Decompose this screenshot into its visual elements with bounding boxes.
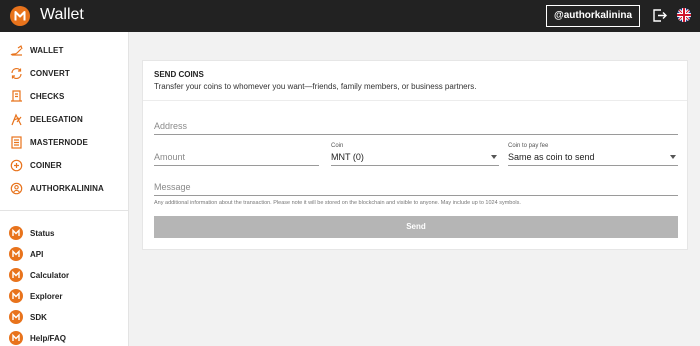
fee-coin-select[interactable]: Coin to pay fee Same as coin to send [508,143,678,166]
sidebar-link-explorer[interactable]: Explorer [0,287,129,307]
message-field[interactable]: Message [154,178,678,196]
minter-m-icon [9,226,23,240]
sidebar-item-label: COINER [30,161,62,170]
sidebar: WALLET CONVERT CHECKS DELEGATION MASTERN… [0,32,129,346]
coiner-icon [10,159,23,172]
coin-select-value: MNT (0) [331,152,364,162]
chevron-down-icon [670,155,676,159]
address-placeholder: Address [154,121,188,131]
minter-m-icon [9,268,23,282]
sidebar-item-delegation[interactable]: DELEGATION [0,110,129,130]
sidebar-link-label: Status [30,229,55,238]
delegation-icon [11,113,22,126]
sidebar-item-label: DELEGATION [30,115,83,124]
panel-header: SEND COINS Transfer your coins to whomev… [143,61,687,101]
sidebar-link-label: Explorer [30,292,63,301]
panel-subtitle: Transfer your coins to whomever you want… [154,82,477,91]
sidebar-link-status[interactable]: Status [0,224,129,244]
sidebar-item-wallet[interactable]: WALLET [0,41,129,61]
sidebar-link-label: Help/FAQ [30,334,67,343]
sidebar-link-api[interactable]: API [0,245,129,265]
chevron-down-icon [491,155,497,159]
sidebar-item-label: AUTHORKALININA [30,184,104,193]
sidebar-item-label: CONVERT [30,69,70,78]
sidebar-link-help-faq[interactable]: Help/FAQ [0,329,129,346]
coin-select-label: Coin [331,143,344,149]
sidebar-link-sdk[interactable]: SDK [0,308,129,328]
message-placeholder: Message [154,182,191,192]
coin-select[interactable]: Coin MNT (0) [331,143,499,166]
sidebar-item-label: CHECKS [30,92,65,101]
minter-m-icon [9,310,23,324]
sidebar-item-convert[interactable]: CONVERT [0,64,129,84]
sidebar-item-checks[interactable]: CHECKS [0,87,129,107]
fee-coin-select-label: Coin to pay fee [508,143,549,149]
top-bar: Wallet @authorkalinina [0,0,700,32]
amount-placeholder: Amount [154,152,186,162]
logout-icon[interactable] [652,8,667,23]
panel-title: SEND COINS [154,70,204,79]
language-flag-icon[interactable] [677,8,691,22]
user-account-button[interactable]: @authorkalinina [546,5,640,27]
wallet-icon [10,45,23,56]
minter-m-icon [9,331,23,345]
app-title: Wallet [40,6,84,23]
send-coins-panel: SEND COINS Transfer your coins to whomev… [142,60,688,250]
masternode-icon [11,136,22,149]
minter-logo-icon[interactable] [10,6,30,26]
amount-field[interactable]: Amount [154,147,319,166]
message-hint: Any additional information about the tra… [154,200,521,206]
send-button[interactable]: Send [154,216,678,238]
sidebar-item-label: MASTERNODE [30,138,88,147]
sidebar-link-calculator[interactable]: Calculator [0,266,129,286]
convert-icon [11,67,22,80]
checks-icon [11,90,22,102]
sidebar-link-label: Calculator [30,271,70,280]
address-field[interactable]: Address [154,117,678,135]
sidebar-item-authorkalinina[interactable]: AUTHORKALININA [0,179,129,199]
minter-m-icon [9,247,23,261]
minter-m-icon [9,289,23,303]
sidebar-item-coiner[interactable]: COINER [0,156,129,176]
sidebar-link-label: API [30,250,44,259]
fee-coin-select-value: Same as coin to send [508,152,595,162]
user-icon [10,182,23,195]
sidebar-item-masternode[interactable]: MASTERNODE [0,133,129,153]
sidebar-divider [0,210,129,211]
sidebar-link-label: SDK [30,313,47,322]
sidebar-item-label: WALLET [30,46,64,55]
